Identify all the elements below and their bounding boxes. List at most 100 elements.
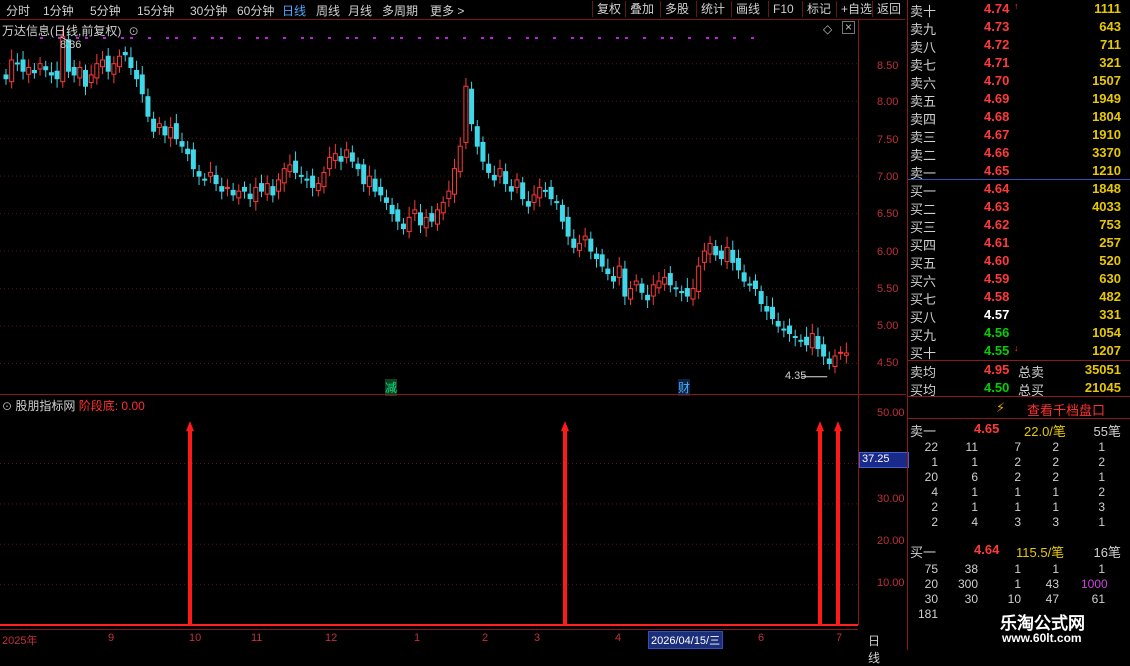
period-30min[interactable]: 30分钟 (190, 2, 227, 19)
signal-dot (625, 37, 628, 39)
candle (48, 72, 54, 76)
bid-row[interactable]: 买七 4.58 482 (908, 289, 1130, 307)
candlestick-chart[interactable] (0, 20, 858, 394)
ask-row[interactable]: 卖九 4.73 643 (908, 19, 1130, 37)
ask-row[interactable]: 卖二 4.66 3370 (908, 145, 1130, 163)
candle (378, 186, 384, 196)
overlay-button[interactable]: 叠加 (625, 1, 658, 17)
up-arrow-icon: ↑ (1014, 1, 1019, 11)
settings-icon[interactable]: ⊙ (2, 399, 12, 413)
qd-cell: 4 (971, 515, 978, 529)
ask-row[interactable]: 卖四 4.68 1804 (908, 109, 1130, 127)
signal-dot (490, 37, 493, 39)
multi-stock-button[interactable]: 多股 (660, 1, 693, 17)
ask-row[interactable]: 卖六 4.70 1507 (908, 73, 1130, 91)
bid-row[interactable]: 买九 4.56 1054 (908, 325, 1130, 343)
period-15min[interactable]: 15分钟 (137, 2, 174, 19)
draw-button[interactable]: 画线 (731, 1, 764, 17)
candle (54, 70, 60, 80)
signal-arrow-icon (834, 421, 842, 432)
period-daily[interactable]: 日线 (282, 2, 306, 19)
bid-row[interactable]: 买三 4.62 753 (908, 217, 1130, 235)
qd-cell: 2 (931, 515, 938, 529)
candle (713, 246, 719, 256)
ask-volume: 1910 (1092, 127, 1121, 142)
ask-row[interactable]: 卖十 4.74 ↑ 1111 (908, 1, 1130, 19)
candle (718, 250, 724, 260)
spread-divider (908, 179, 1130, 180)
qd-cell: 1 (1052, 500, 1059, 514)
candle (554, 201, 560, 204)
ask-price: 4.74 (984, 1, 1010, 16)
x-tick: 1 (414, 632, 421, 644)
bid-row[interactable]: 买四 4.61 257 (908, 235, 1130, 253)
candle (315, 183, 321, 191)
candle (179, 141, 185, 147)
back-button[interactable]: 返回 (872, 1, 905, 17)
period-5min[interactable]: 5分钟 (90, 2, 121, 19)
candle (747, 283, 753, 286)
bid-row[interactable]: 买二 4.63 4033 (908, 199, 1130, 217)
indicator-chart[interactable] (0, 395, 858, 629)
candle (122, 51, 128, 56)
qd-row: 2 1 1 1 3 (908, 500, 1130, 516)
chevron-down-icon[interactable]: ⊙ (129, 24, 139, 38)
candle (276, 179, 282, 192)
f10-button[interactable]: F10 (768, 1, 798, 17)
bid-price: 4.60 (984, 253, 1010, 268)
bid-volume: 257 (1099, 235, 1121, 250)
x-tick: 9 (108, 632, 115, 644)
signal-dot (643, 37, 646, 39)
candle (667, 273, 673, 286)
qd-buy-count: 16笔 (1093, 545, 1121, 560)
order-book-panel: 卖十 4.74 ↑ 1111 卖九 4.73 643 卖八 4.72 711 卖七 4.71 321 卖六… (907, 0, 1130, 650)
period-fenshi[interactable]: 分时 (6, 2, 30, 19)
period-1min[interactable]: 1分钟 (43, 2, 74, 19)
signal-dot (301, 37, 304, 39)
bid-row[interactable]: 买八 4.57 331 (908, 307, 1130, 325)
period-weekly[interactable]: 周线 (316, 2, 340, 19)
ask-row[interactable]: 卖七 4.71 321 (908, 55, 1130, 73)
ask-price: 4.67 (984, 127, 1010, 142)
view-qiandang-button[interactable]: ⚡ 查看千档盘口 (908, 398, 1130, 418)
signal-dot (463, 37, 466, 39)
ask-volume: 1210 (1092, 163, 1121, 178)
qd-row: 20 300 1 43 1000 (908, 577, 1130, 593)
mark-button[interactable]: 标记 (802, 1, 835, 17)
candle (332, 153, 338, 161)
candle (730, 249, 736, 263)
bid-row[interactable]: 买六 4.59 630 (908, 271, 1130, 289)
bid-row[interactable]: 买五 4.60 520 (908, 253, 1130, 271)
period-more[interactable]: 更多 > (430, 2, 464, 19)
candle (724, 246, 730, 263)
period-multi[interactable]: 多周期 (382, 2, 418, 19)
ask-row[interactable]: 卖五 4.69 1949 (908, 91, 1130, 109)
qd-buy-price: 4.64 (974, 542, 1000, 557)
close-icon[interactable]: × (842, 21, 855, 34)
candle (752, 280, 758, 290)
qd-sell-label: 卖一 (910, 424, 937, 439)
ask-label: 卖七 (910, 58, 937, 73)
candle (71, 66, 77, 76)
signal-dot (535, 37, 538, 39)
ask-row[interactable]: 卖八 4.72 711 (908, 37, 1130, 55)
pin-icon[interactable]: ◇ (823, 22, 832, 36)
period-60min[interactable]: 60分钟 (237, 2, 274, 19)
y-tick: 7.00 (877, 171, 899, 183)
qd-cell: 11 (965, 440, 978, 454)
signal-dot (751, 37, 754, 39)
stats-button[interactable]: 统计 (696, 1, 729, 17)
signal-dot (706, 37, 709, 39)
period-monthly[interactable]: 月线 (348, 2, 372, 19)
ask-label: 卖十 (910, 4, 937, 19)
candle (809, 333, 815, 349)
qd-cell: 3 (1014, 515, 1021, 529)
ask-row[interactable]: 卖三 4.67 1910 (908, 127, 1130, 145)
fuquan-button[interactable]: 复权 (592, 1, 625, 17)
bid-row[interactable]: 买十 4.55 ↓ 1207 (908, 343, 1130, 361)
signal-dot (670, 37, 673, 39)
bid-row[interactable]: 买一 4.64 1848 (908, 181, 1130, 199)
add-watchlist-button[interactable]: +自选 (836, 1, 876, 17)
qd-cell: 3 (1098, 500, 1105, 514)
bid-price: 4.58 (984, 289, 1010, 304)
